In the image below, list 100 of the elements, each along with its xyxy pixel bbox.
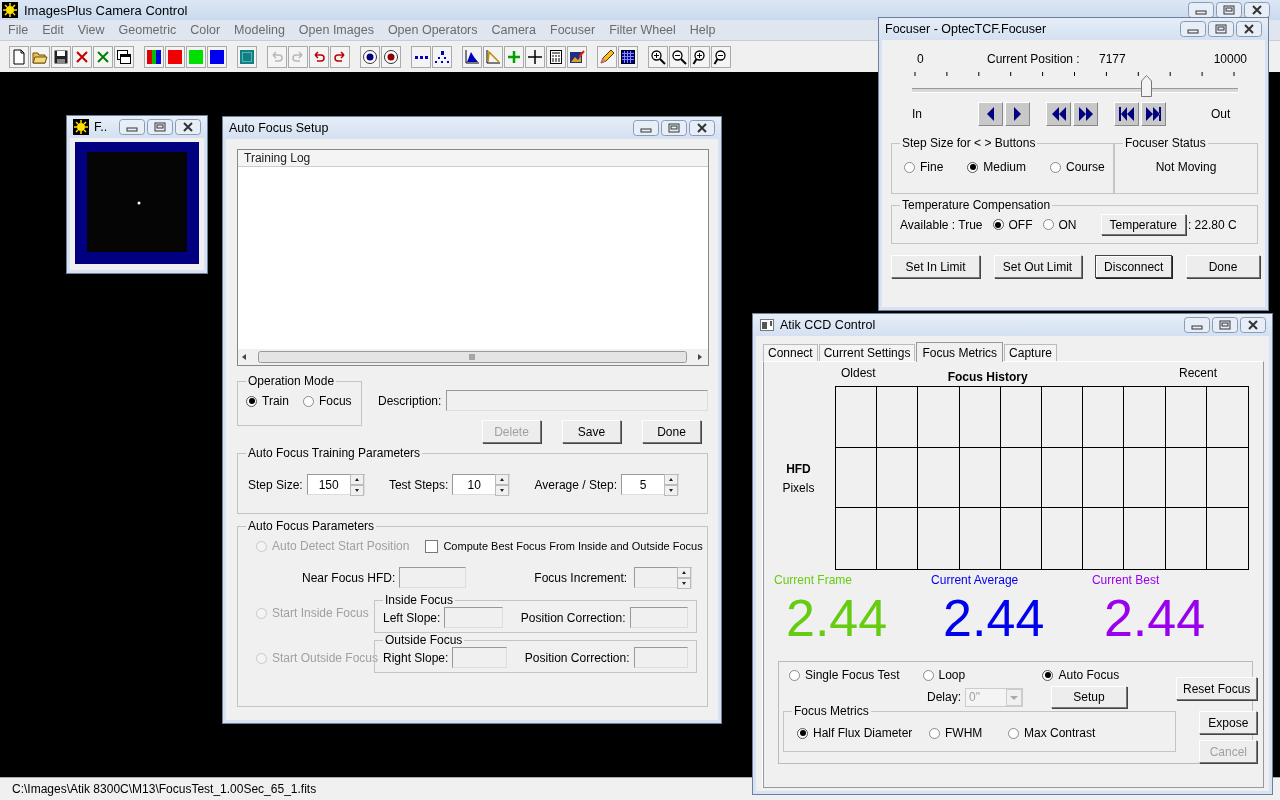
minimize-button[interactable] [1184, 317, 1210, 333]
scroll-bar[interactable] [238, 349, 708, 365]
save-icon[interactable] [51, 46, 71, 68]
number-spinner[interactable]: 10 [452, 474, 511, 495]
slope-field[interactable] [452, 647, 507, 668]
radio-icon[interactable] [1050, 161, 1062, 173]
target-icon[interactable] [381, 46, 401, 68]
minimize-button[interactable] [1188, 2, 1214, 18]
radio-icon[interactable] [1042, 669, 1054, 681]
description-field[interactable] [446, 390, 708, 411]
step-radio[interactable]: Fine [904, 160, 944, 174]
square-icon[interactable] [165, 46, 185, 68]
correction-field[interactable] [633, 647, 688, 668]
target-icon[interactable] [360, 46, 380, 68]
close-button[interactable] [175, 119, 201, 135]
menu-item[interactable]: Focuser [544, 23, 604, 37]
mode-radio[interactable]: Train [246, 394, 289, 408]
menu-item[interactable]: Open Images [292, 23, 382, 37]
menu-item[interactable]: Filter Wheel [603, 23, 684, 37]
menu-item[interactable]: View [71, 23, 113, 37]
cross-icon[interactable] [72, 46, 92, 68]
close-button[interactable] [1240, 317, 1266, 333]
compute-checkbox[interactable]: Compute Best Focus From Inside and Outside Focus [425, 539, 703, 553]
menu-item[interactable]: Color [184, 23, 229, 37]
tab[interactable]: Current Settings [818, 344, 916, 361]
double-right-button[interactable] [1073, 102, 1098, 126]
double-triangle-left-icon[interactable] [1051, 107, 1066, 121]
zoom-out-icon[interactable] [711, 46, 731, 68]
menu-item[interactable]: Geometric [112, 23, 185, 37]
metric-radio[interactable]: Half Flux Diameter [797, 726, 929, 740]
slope-field[interactable] [444, 607, 503, 628]
zoom-in-icon[interactable] [648, 46, 668, 68]
close-button[interactable] [1236, 21, 1262, 37]
right-arrow-button[interactable] [1005, 102, 1030, 126]
skip-start-icon[interactable] [1119, 107, 1134, 121]
step-radio[interactable]: Medium [967, 160, 1027, 174]
spinner-arrows-icon[interactable] [349, 473, 364, 496]
hfd-field[interactable] [399, 567, 467, 588]
zoom-in-icon[interactable] [690, 46, 710, 68]
step-radio[interactable]: Course [1050, 160, 1105, 174]
dialog-button[interactable]: Expose [1199, 711, 1258, 734]
close-button[interactable] [689, 120, 715, 136]
dotted-square-icon[interactable] [237, 46, 257, 68]
calculator-icon[interactable] [546, 46, 566, 68]
mode-radio[interactable]: Single Focus Test [789, 668, 923, 682]
menu-item[interactable]: Edit [36, 23, 72, 37]
radio-icon[interactable] [797, 727, 808, 739]
radio-icon[interactable] [1042, 219, 1054, 230]
cross-icon[interactable] [93, 46, 113, 68]
radio-icon[interactable] [992, 219, 1004, 230]
minimize-button[interactable] [119, 119, 145, 135]
square-icon[interactable] [207, 46, 227, 68]
dialog-button[interactable]: Disconnect [1095, 255, 1173, 278]
radio-icon[interactable] [1008, 727, 1019, 739]
spinner-arrows-icon[interactable] [664, 473, 678, 496]
slider-thumb[interactable] [1140, 75, 1152, 97]
dialog-button[interactable]: Save [562, 420, 621, 443]
setup-button[interactable]: Setup [1051, 686, 1127, 708]
histogram-icon[interactable] [462, 46, 482, 68]
skip-end-button[interactable] [1141, 102, 1166, 126]
dot-pyramid-icon[interactable] [432, 46, 452, 68]
tab[interactable]: Connect [763, 344, 818, 361]
radio-icon[interactable] [789, 669, 800, 681]
metric-radio[interactable]: FWHM [929, 726, 1008, 740]
radio-icon[interactable] [929, 727, 940, 739]
new-file-icon[interactable] [9, 46, 29, 68]
windows-icon[interactable] [114, 46, 134, 68]
tab[interactable]: Focus Metrics [916, 342, 1004, 362]
metric-radio[interactable]: Max Contrast [1008, 726, 1140, 740]
number-spinner[interactable]: 150 [306, 474, 365, 495]
dialog-button[interactable]: Reset Focus [1176, 677, 1258, 700]
crosshair-icon[interactable] [525, 46, 545, 68]
minimize-button[interactable] [1180, 21, 1206, 37]
dots-icon[interactable] [411, 46, 431, 68]
spinner-arrows-icon[interactable] [495, 473, 510, 496]
minimize-button[interactable] [633, 120, 659, 136]
grid-icon[interactable] [618, 46, 638, 68]
menu-item[interactable]: Open Operators [381, 23, 486, 37]
dialog-button[interactable]: Set In Limit [891, 255, 980, 278]
radio-icon[interactable] [922, 669, 934, 681]
mode-radio[interactable]: Auto Focus [1042, 668, 1176, 682]
menu-item[interactable]: File [2, 23, 37, 37]
dialog-button[interactable]: Set Out Limit [993, 255, 1082, 278]
double-triangle-right-icon[interactable] [1078, 107, 1093, 121]
pencil-icon[interactable] [597, 46, 617, 68]
image-edit-icon[interactable] [567, 46, 587, 68]
color-bars-icon[interactable] [144, 46, 164, 68]
triangle-left-icon[interactable] [987, 107, 994, 121]
radio-icon[interactable] [302, 395, 314, 407]
spinner-arrows-icon[interactable] [677, 566, 692, 589]
mode-radio[interactable]: Loop [922, 668, 1043, 682]
skip-end-icon[interactable] [1146, 107, 1161, 121]
number-spinner[interactable]: 5 [621, 474, 679, 495]
radio-icon[interactable] [246, 395, 257, 407]
zoom-out-icon[interactable] [669, 46, 689, 68]
triangle-right-icon[interactable] [1014, 107, 1021, 121]
left-arrow-button[interactable] [978, 102, 1003, 126]
menu-item[interactable]: Help [683, 23, 724, 37]
tab[interactable]: Capture [1004, 344, 1057, 361]
menu-item[interactable]: Modeling [228, 23, 293, 37]
